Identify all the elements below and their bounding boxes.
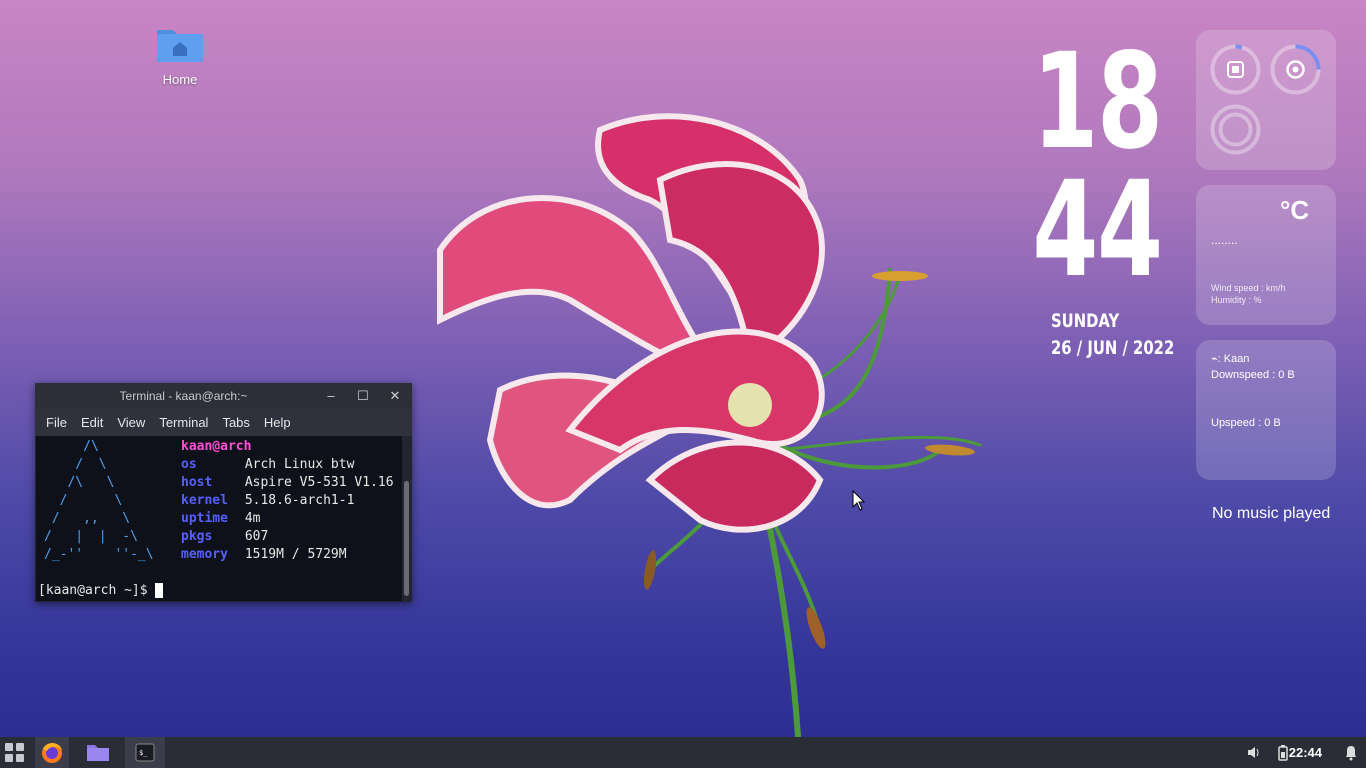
clock-minute: 44 (1032, 153, 1164, 307)
menu-terminal[interactable]: Terminal (152, 415, 215, 430)
app-menu-button[interactable] (0, 737, 31, 768)
network-card: ⌁: Kaan Downspeed : 0 B Upspeed : 0 B (1196, 340, 1336, 480)
volume-icon[interactable] (1245, 737, 1261, 768)
arch-ascii-logo: /\ / \ /\ \ / \ / ,, \ / | | -\ /_-'' ''… (44, 439, 154, 562)
fetch-value: 607 (244, 529, 269, 544)
folder-icon (87, 745, 109, 761)
disk-ring-icon (1210, 104, 1261, 155)
weather-card: °C ........ Wind speed : km/h Humidity :… (1196, 185, 1336, 325)
menu-help[interactable]: Help (257, 415, 298, 430)
taskbar-firefox[interactable] (35, 737, 69, 768)
shell-prompt[interactable]: [kaan@arch ~]$ (38, 582, 164, 600)
home-label: Home (162, 72, 198, 87)
humidity: Humidity : % (1211, 295, 1262, 305)
fetch-key: host (181, 475, 213, 490)
fetch-key: memory (181, 547, 228, 562)
terminal-icon: $_ (135, 743, 155, 762)
minimize-button[interactable]: – (322, 387, 340, 405)
taskbar-clock[interactable]: 22:44 (1289, 745, 1322, 760)
terminal-titlebar[interactable]: Terminal - kaan@arch:~ – ☐ ✕ (35, 383, 412, 409)
home-folder-icon[interactable]: Home (150, 24, 210, 87)
terminal-menubar: File Edit View Terminal Tabs Help (35, 409, 412, 436)
fetch-value: 5.18.6-arch1-1 (244, 493, 355, 508)
menu-tabs[interactable]: Tabs (215, 415, 256, 430)
clock-date: 26 / JUN / 2022 (1051, 337, 1175, 359)
wallpaper-flower (437, 113, 982, 739)
downspeed: Downspeed : 0 B (1211, 369, 1295, 381)
svg-text:$_: $_ (139, 749, 148, 757)
weather-description: ........ (1211, 233, 1238, 247)
upspeed: Upspeed : 0 B (1211, 417, 1281, 429)
firefox-icon (42, 743, 62, 763)
apps-grid-icon (5, 743, 24, 762)
fetch-info: kaan@arch os Arch Linux btw host Aspire … (181, 438, 394, 564)
memory-ring-icon (1270, 44, 1321, 95)
system-monitor-card (1196, 30, 1336, 170)
fetch-value: 4m (244, 511, 261, 526)
prompt-text: [kaan@arch ~]$ (38, 583, 156, 598)
mouse-pointer-icon (852, 490, 866, 511)
temperature-unit: °C (1280, 195, 1310, 225)
text-cursor (155, 583, 164, 598)
fetch-value: 1519M / 5729M (244, 547, 347, 562)
terminal-window[interactable]: Terminal - kaan@arch:~ – ☐ ✕ File Edit V… (35, 383, 412, 602)
fetch-key: os (181, 457, 197, 472)
network-title: ⌁: Kaan (1211, 352, 1249, 365)
menu-edit[interactable]: Edit (74, 415, 110, 430)
fetch-key: uptime (181, 511, 228, 526)
folder-icon (157, 30, 203, 62)
cpu-ring-icon (1210, 44, 1261, 95)
fetch-value: Aspire V5-531 V1.16 (244, 475, 394, 490)
fetch-key: pkgs (181, 529, 213, 544)
taskbar-files[interactable] (80, 737, 116, 768)
menu-view[interactable]: View (110, 415, 152, 430)
fetch-key: kernel (181, 493, 228, 508)
taskbar-terminal[interactable]: $_ (125, 737, 165, 768)
fetch-user: kaan@arch (181, 439, 252, 454)
fetch-value: Arch Linux btw (244, 457, 355, 472)
taskbar: $_ 22:44 (0, 737, 1366, 768)
music-status: No music played (1212, 505, 1331, 522)
wind-speed: Wind speed : km/h (1211, 283, 1286, 293)
terminal-output[interactable]: /\ / \ /\ \ / \ / ,, \ / | | -\ /_-'' ''… (36, 436, 402, 601)
clock-hour: 18 (1032, 25, 1164, 179)
maximize-button[interactable]: ☐ (354, 387, 372, 405)
terminal-scrollbar[interactable] (404, 481, 409, 596)
menu-file[interactable]: File (39, 415, 74, 430)
notification-bell-icon[interactable] (1344, 737, 1358, 768)
close-button[interactable]: ✕ (386, 387, 404, 405)
rss-icon: ⌁ (1211, 353, 1218, 365)
clock-day: SUNDAY (1051, 310, 1120, 332)
network-user: : Kaan (1217, 353, 1250, 365)
terminal-title: Terminal - kaan@arch:~ (119, 389, 248, 403)
